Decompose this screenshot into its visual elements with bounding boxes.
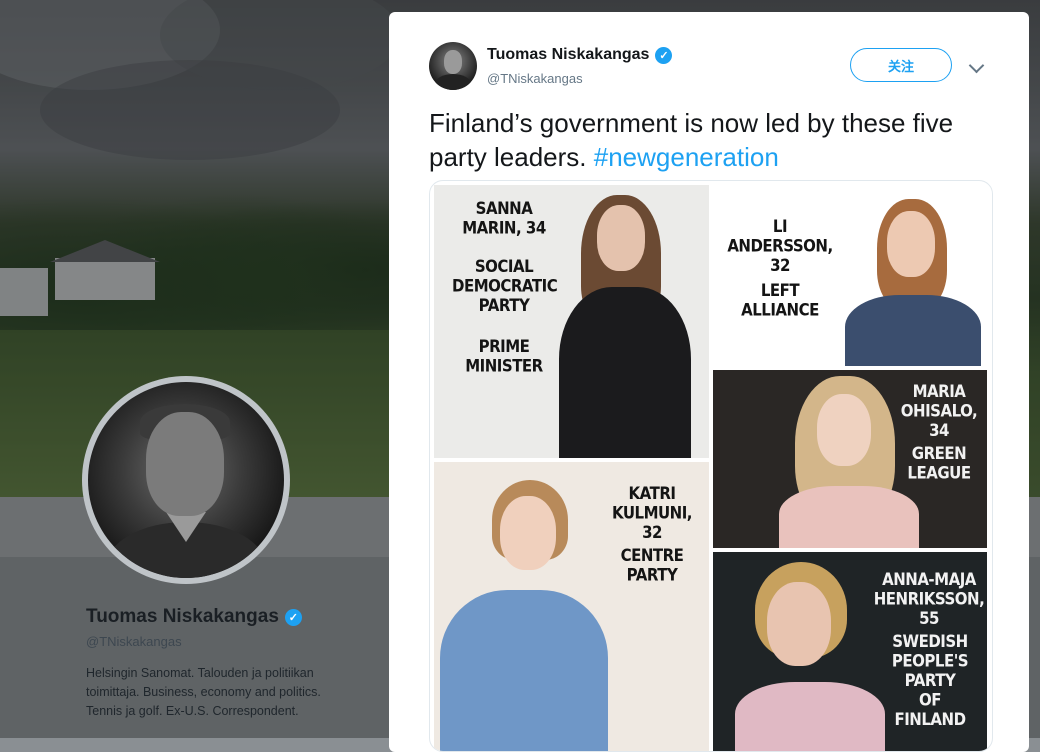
hashtag-link[interactable]: #newgeneration [594,142,779,172]
photo-panel-marin: SANNA MARIN, 34 SOCIAL DEMOCRATIC PARTY … [434,185,709,458]
portrait-henriksson [735,562,885,751]
tweet-media-image[interactable]: SANNA MARIN, 34 SOCIAL DEMOCRATIC PARTY … [429,180,993,752]
tweet-modal: Tuomas Niskakangas ✓ @TNiskakangas 关注 Fi… [389,12,1029,752]
photo-panel-ohisalo: MARIA OHISALO, 34 GREEN LEAGUE [713,370,987,548]
author-handle[interactable]: @TNiskakangas [487,71,583,86]
portrait-marin [559,195,699,458]
caption-kulmuni-party: CENTRE PARTY [620,544,684,586]
verified-badge-icon: ✓ [655,46,673,64]
caption-henriksson-party: SWEDISH PEOPLE'S PARTY OF FINLAND [891,630,969,730]
portrait-andersson [843,199,983,366]
follow-button[interactable]: 关注 [850,48,952,82]
caption-kulmuni-name: KATRI KULMUNI, 32 [611,482,693,543]
profile-bio: Helsingin Sanomat. Talouden ja politiika… [86,666,321,718]
profile-name[interactable]: Tuomas Niskakangas [86,606,279,628]
profile-name-row: Tuomas Niskakangas ✓ [86,606,302,628]
portrait-kulmuni [440,480,610,751]
photo-panel-kulmuni: KATRI KULMUNI, 32 CENTRE PARTY [434,462,709,751]
author-name-row: Tuomas Niskakangas ✓ [487,46,673,64]
author-name[interactable]: Tuomas Niskakangas [487,46,649,64]
photo-panel-henriksson: ANNA-MAJA HENRIKSSON, 55 SWEDISH PEOPLE'… [713,552,987,751]
verified-badge-icon: ✓ [284,608,302,626]
profile-avatar[interactable] [82,376,290,584]
caption-marin-party: SOCIAL DEMOCRATIC PARTY [452,255,558,316]
author-avatar[interactable] [429,42,477,90]
portrait-ohisalo [775,376,925,548]
caption-andersson-name: LI ANDERSSON, 32 [727,215,833,276]
caption-marin-role: PRIME MINISTER [465,335,543,377]
caption-henriksson-name: ANNA-MAJA HENRIKSSON, 55 [873,568,985,629]
photo-panel-andersson: LI ANDERSSON, 32 LEFT ALLIANCE [713,185,987,366]
tweet-text: Finland’s government is now led by these… [429,106,999,174]
chevron-down-icon[interactable] [968,57,985,74]
caption-marin-name: SANNA MARIN, 34 [462,197,546,239]
caption-andersson-party: LEFT ALLIANCE [741,279,819,321]
profile-handle[interactable]: @TNiskakangas [86,634,182,649]
